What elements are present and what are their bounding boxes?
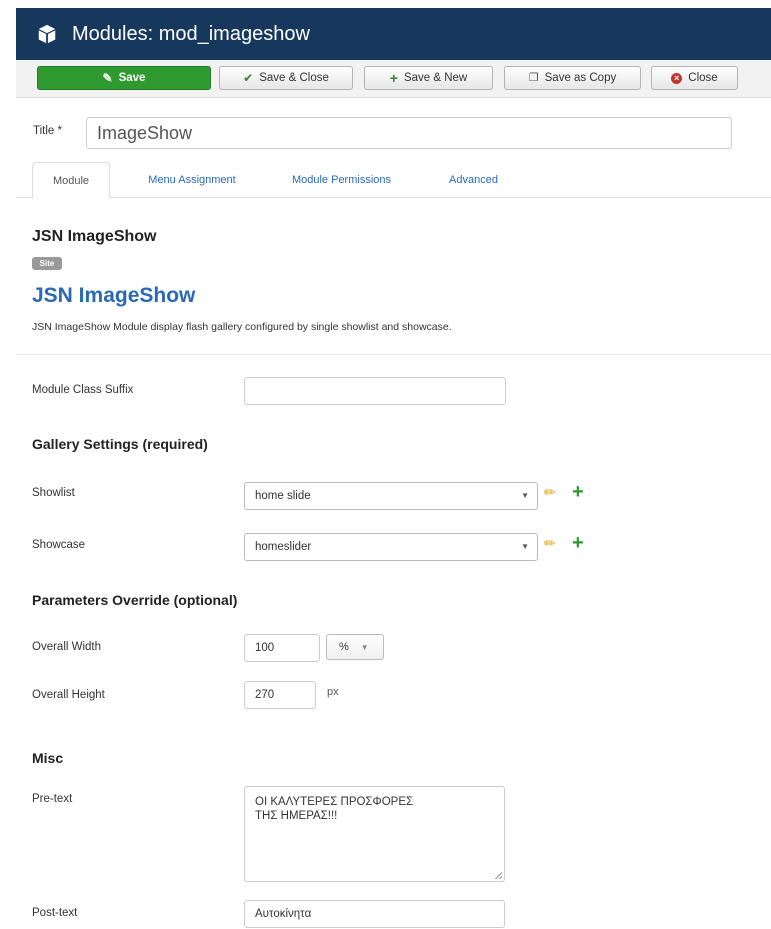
- pre-text-line-2: ΤΗΣ ΗΜΕΡΑΣ!!!: [255, 810, 338, 822]
- showcase-value: homeslider: [255, 541, 312, 553]
- module-name: JSN ImageShow: [32, 228, 157, 245]
- title-label: Title *: [33, 125, 62, 137]
- overall-height-input[interactable]: [244, 681, 316, 709]
- save-label: Save: [118, 72, 146, 84]
- check-icon: ✔: [243, 71, 254, 85]
- showlist-value: home slide: [255, 490, 311, 502]
- edit-icon: ✎: [102, 71, 113, 85]
- pre-text-textarea[interactable]: ΟΙ ΚΑΛΥΤΕΡΕΣ ΠΡΟΣΦΟΡΕΣ ΤΗΣ ΗΜΕΡΑΣ!!!: [244, 786, 505, 882]
- save-button[interactable]: ✎ Save: [37, 66, 211, 90]
- showlist-select[interactable]: home slide ▼: [244, 482, 538, 510]
- tab-advanced[interactable]: Advanced: [426, 162, 521, 198]
- pre-text-label: Pre-text: [32, 793, 73, 805]
- module-heading: JSN ImageShow: [32, 284, 196, 307]
- showlist-label: Showlist: [32, 487, 75, 499]
- misc-heading: Misc: [32, 750, 64, 766]
- height-unit: px: [327, 686, 339, 698]
- cube-icon: [38, 24, 56, 44]
- tab-module-permissions[interactable]: Module Permissions: [274, 162, 409, 198]
- overall-width-label: Overall Width: [32, 641, 102, 653]
- save-new-button[interactable]: + Save & New: [364, 66, 493, 90]
- showcase-label: Showcase: [32, 539, 86, 551]
- save-copy-label: Save as Copy: [544, 72, 617, 84]
- pencil-icon[interactable]: ✏: [544, 484, 556, 501]
- save-close-label: Save & Close: [259, 72, 329, 84]
- close-icon: ×: [671, 72, 683, 84]
- tab-module[interactable]: Module: [32, 162, 110, 199]
- post-text-label: Post-text: [32, 907, 78, 919]
- close-label: Close: [688, 72, 718, 84]
- add-icon[interactable]: +: [572, 533, 584, 553]
- pre-text-line-1: ΟΙ ΚΑΛΥΤΕΡΕΣ ΠΡΟΣΦΟΡΕΣ: [255, 796, 414, 808]
- page-header: Modules: mod_imageshow: [16, 8, 771, 60]
- post-text-input[interactable]: [244, 900, 505, 928]
- resize-handle-icon[interactable]: [494, 871, 502, 879]
- title-input[interactable]: [86, 117, 732, 149]
- add-icon[interactable]: +: [572, 482, 584, 502]
- overall-height-label: Overall Height: [32, 689, 105, 701]
- page-title: Modules: mod_imageshow: [72, 22, 310, 45]
- pencil-icon[interactable]: ✏: [544, 535, 556, 552]
- parameters-override-heading: Parameters Override (optional): [32, 592, 238, 608]
- toolbar: ✎ Save ✔ Save & Close + Save & New ❐ Sav…: [16, 60, 771, 98]
- gallery-settings-heading: Gallery Settings (required): [32, 436, 208, 452]
- tab-bar: Module Menu Assignment Module Permission…: [16, 162, 771, 199]
- tab-menu-assignment[interactable]: Menu Assignment: [126, 162, 258, 198]
- class-suffix-label: Module Class Suffix: [32, 384, 134, 396]
- showcase-select[interactable]: homeslider ▼: [244, 533, 538, 561]
- class-suffix-input[interactable]: [244, 377, 506, 405]
- chevron-down-icon: ▼: [360, 642, 369, 652]
- width-unit-value: %: [339, 641, 349, 653]
- save-close-button[interactable]: ✔ Save & Close: [219, 66, 353, 90]
- chevron-down-icon: ▼: [521, 491, 529, 500]
- width-unit-select[interactable]: % ▼: [326, 634, 384, 660]
- chevron-down-icon: ▼: [521, 542, 529, 551]
- save-new-label: Save & New: [403, 72, 468, 84]
- plus-icon: +: [389, 70, 398, 86]
- close-button[interactable]: × Close: [651, 66, 738, 90]
- module-description: JSN ImageShow Module display flash galle…: [32, 321, 452, 333]
- overall-width-input[interactable]: [244, 634, 320, 662]
- copy-icon: ❐: [528, 71, 539, 84]
- save-copy-button[interactable]: ❐ Save as Copy: [504, 66, 641, 90]
- site-badge: Site: [32, 257, 62, 270]
- divider: [16, 354, 771, 355]
